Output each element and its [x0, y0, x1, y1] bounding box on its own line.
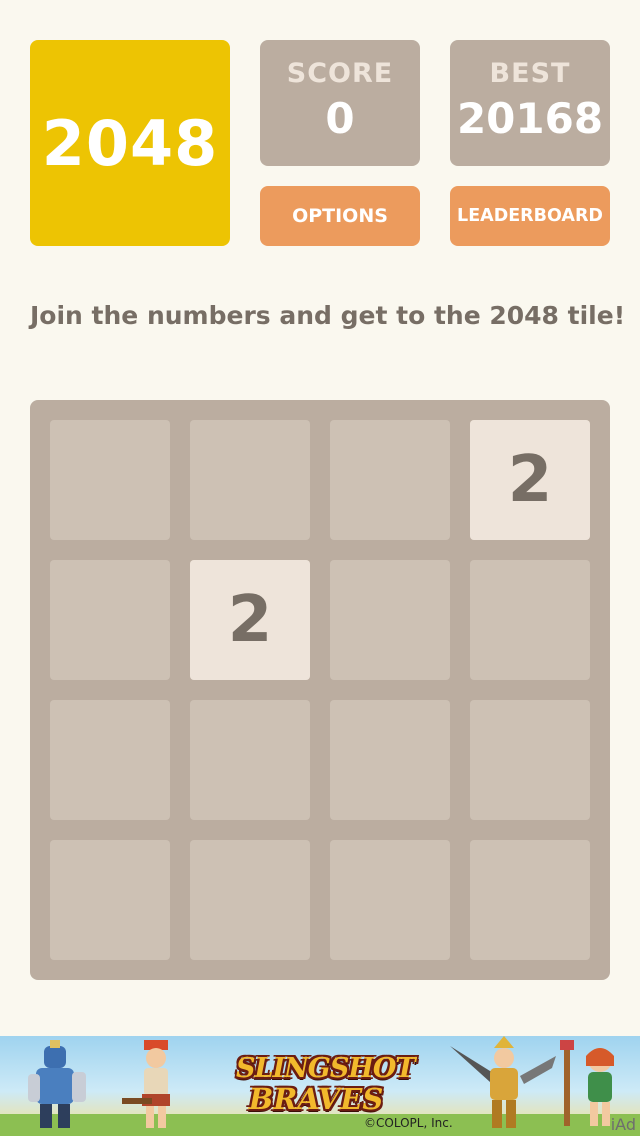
best-label: BEST — [489, 58, 571, 89]
instructions-text: Join the numbers and get to the 2048 til… — [30, 301, 626, 330]
board-cell — [470, 560, 590, 680]
ad-archer-icon — [122, 1040, 170, 1128]
board-cell — [330, 420, 450, 540]
ad-title: SLINGSHOT BRAVES — [236, 1053, 415, 1124]
board-cell — [50, 420, 170, 540]
board-cell — [50, 560, 170, 680]
best-score-box: BEST 20168 — [450, 40, 610, 166]
board-cell — [470, 700, 590, 820]
iad-label: iAd — [610, 1115, 636, 1134]
best-value: 20168 — [456, 94, 604, 143]
board-cell — [190, 840, 310, 960]
tile-2: 2 — [190, 560, 310, 680]
options-button[interactable]: OPTIONS — [260, 186, 420, 246]
leaderboard-button[interactable]: LEADERBOARD — [450, 186, 610, 246]
board-cell — [330, 560, 450, 680]
game-logo: 2048 — [30, 40, 230, 246]
ad-banner[interactable]: SLINGSHOT BRAVES ©COLOPL, Inc. iAd — [0, 1036, 640, 1136]
game-board[interactable]: 22 — [30, 400, 610, 980]
board-cell — [330, 700, 450, 820]
board-cell — [50, 840, 170, 960]
board-cell — [330, 840, 450, 960]
ad-knight-icon — [28, 1040, 86, 1128]
score-label: SCORE — [286, 58, 394, 89]
board-cell — [190, 700, 310, 820]
board-cell — [50, 700, 170, 820]
ad-warrior-icon — [450, 1036, 556, 1128]
ad-copyright: ©COLOPL, Inc. — [364, 1116, 453, 1130]
tile-2: 2 — [470, 420, 590, 540]
board-cell — [470, 840, 590, 960]
board-cell — [190, 420, 310, 540]
ad-title-line1: SLINGSHOT — [236, 1053, 415, 1084]
score-box: SCORE 0 — [260, 40, 420, 166]
score-value: 0 — [325, 94, 355, 143]
ad-title-line2: BRAVES — [248, 1082, 384, 1116]
